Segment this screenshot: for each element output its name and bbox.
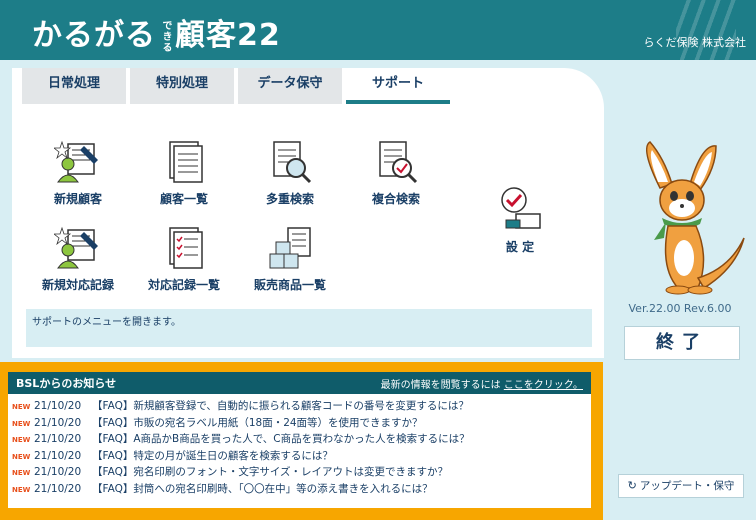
news-text: 【FAQ】宛名印刷のフォント・文字サイズ・レイアウトは変更できますか？ bbox=[92, 466, 449, 478]
company-name: らくだ保険 株式会社 bbox=[643, 36, 747, 49]
news-text: 【FAQ】市販の宛名ラベル用紙（18面・24面等）を使用できますか？ bbox=[92, 416, 423, 429]
news-date: 21/10/20 bbox=[34, 416, 82, 429]
news-link-area: 最新の情報を閲覧するには ここをクリック。 bbox=[381, 376, 583, 391]
news-item[interactable]: NEW 21/10/20 【FAQ】宛名印刷のフォント・文字サイズ・レイアウトは変更… bbox=[12, 464, 587, 481]
header-decoration bbox=[676, 0, 736, 60]
news-item[interactable]: NEW 21/10/20 【FAQ】市販の宛名ラベル用紙（18面・24面等）を使用で… bbox=[12, 415, 587, 432]
tab-bar: 日常処理 特別処理 データ保守 サポート bbox=[22, 68, 454, 104]
news-text: 【FAQ】特定の月が誕生日の顧客を検索するには？ bbox=[92, 449, 333, 462]
news-date: 21/10/20 bbox=[34, 400, 82, 412]
tab-special[interactable]: 特別処理 bbox=[130, 68, 234, 104]
update-label: アップデート・保守 bbox=[639, 480, 735, 492]
news-date: 21/10/20 bbox=[34, 466, 82, 478]
menu-label: 対応記録一覧 bbox=[147, 278, 220, 292]
tab-daily[interactable]: 日常処理 bbox=[22, 68, 126, 104]
tab-support[interactable]: サポート bbox=[346, 68, 450, 104]
new-badge: NEW bbox=[12, 452, 31, 461]
record-list-icon bbox=[169, 227, 203, 269]
app-header: かるがる できる 顧客22 らくだ保険 株式会社 bbox=[0, 0, 756, 60]
news-list: NEW 21/10/20 【FAQ】新規顧客登録で、自動的に振られる顧客コードの番号… bbox=[8, 394, 591, 501]
news-header: BSLからのお知らせ 最新の情報を閲覧するには ここをクリック。 bbox=[8, 372, 591, 394]
logo-small-text: できる bbox=[160, 20, 171, 53]
products-icon bbox=[269, 227, 311, 269]
news-inner: BSLからのお知らせ 最新の情報を閲覧するには ここをクリック。 NEW 21/1… bbox=[8, 372, 591, 508]
news-title: BSLからのお知らせ bbox=[16, 377, 117, 390]
settings-icon bbox=[501, 187, 541, 229]
news-item[interactable]: NEW 21/10/20 【FAQ】封筒への宛名印刷時、「〇〇在中」等の添え書きを入… bbox=[12, 481, 587, 498]
menu-label: 多重検索 bbox=[265, 192, 314, 206]
customer-list-icon bbox=[169, 141, 203, 183]
menu-label: 設 定 bbox=[505, 240, 535, 254]
news-panel: BSLからのお知らせ 最新の情報を閲覧するには ここをクリック。 NEW 21/1… bbox=[0, 362, 603, 520]
version-text: Ver.22.00 Rev.6.00 bbox=[628, 302, 732, 315]
right-panel: Ver.22.00 Rev.6.00 終了 ↻ アップデート・保守 bbox=[616, 68, 756, 520]
menu-label: 顧客一覧 bbox=[159, 192, 208, 206]
news-link-prefix: 最新の情報を閲覧するには bbox=[380, 379, 501, 391]
menu-label: 複合検索 bbox=[371, 192, 420, 206]
tab-data-maintenance[interactable]: データ保守 bbox=[238, 68, 342, 104]
multi-search-icon bbox=[273, 141, 312, 184]
menu-compound-search[interactable]: 複合検索 bbox=[348, 138, 444, 207]
menu-new-customer[interactable]: 新規顧客 bbox=[30, 138, 126, 207]
new-record-icon bbox=[54, 226, 98, 269]
menu-products[interactable]: 販売商品一覧 bbox=[242, 224, 338, 293]
new-badge: NEW bbox=[12, 403, 31, 411]
logo-text-2: 顧客22 bbox=[175, 18, 281, 53]
news-item[interactable]: NEW 21/10/20 【FAQ】A商品かB商品を買った人で、C商品を買わなかった… bbox=[12, 431, 587, 448]
new-badge: NEW bbox=[12, 485, 31, 494]
menu-new-record[interactable]: 新規対応記録 bbox=[30, 224, 126, 293]
menu-label: 販売商品一覧 bbox=[253, 278, 326, 292]
news-more-link[interactable]: ここをクリック。 bbox=[504, 380, 583, 391]
news-date: 21/10/20 bbox=[34, 449, 82, 462]
menu-multi-search[interactable]: 多重検索 bbox=[242, 138, 338, 207]
status-message: サポートのメニューを開きます。 bbox=[26, 309, 592, 347]
menu-customer-list[interactable]: 顧客一覧 bbox=[136, 138, 232, 207]
menu-settings[interactable]: 設 定 bbox=[472, 186, 568, 255]
news-text: 【FAQ】A商品かB商品を買った人で、C商品を買わなかった人を検索するには？ bbox=[92, 433, 470, 445]
compound-search-icon bbox=[379, 141, 418, 184]
main-panel: 日常処理 特別処理 データ保守 サポート 新規顧客 顧客一覧 多重検索 複合検索… bbox=[12, 68, 604, 358]
news-text: 【FAQ】新規顧客登録で、自動的に振られる顧客コードの番号を変更するには？ bbox=[92, 400, 469, 412]
news-date: 21/10/20 bbox=[34, 482, 82, 495]
exit-button[interactable]: 終了 bbox=[624, 326, 740, 360]
menu-label: 新規顧客 bbox=[53, 192, 102, 206]
new-badge: NEW bbox=[12, 419, 31, 428]
menu-label: 新規対応記録 bbox=[41, 278, 114, 292]
logo-text-1: かるがる bbox=[32, 18, 156, 53]
news-text: 【FAQ】封筒への宛名印刷時、「〇〇在中」等の添え書きを入れるには？ bbox=[92, 482, 433, 495]
new-customer-icon bbox=[54, 140, 98, 183]
update-maintenance-button[interactable]: ↻ アップデート・保守 bbox=[618, 474, 744, 498]
news-date: 21/10/20 bbox=[34, 433, 82, 445]
kangaroo-mascot-icon bbox=[645, 141, 745, 295]
news-item[interactable]: NEW 21/10/20 【FAQ】新規顧客登録で、自動的に振られる顧客コードの番号… bbox=[12, 398, 587, 415]
app-logo: かるがる できる 顧客22 bbox=[32, 10, 281, 54]
menu-record-list[interactable]: 対応記録一覧 bbox=[136, 224, 232, 293]
new-badge: NEW bbox=[12, 469, 31, 477]
new-badge: NEW bbox=[12, 436, 31, 444]
refresh-icon: ↻ bbox=[627, 479, 637, 492]
news-item[interactable]: NEW 21/10/20 【FAQ】特定の月が誕生日の顧客を検索するには？ bbox=[12, 448, 587, 465]
